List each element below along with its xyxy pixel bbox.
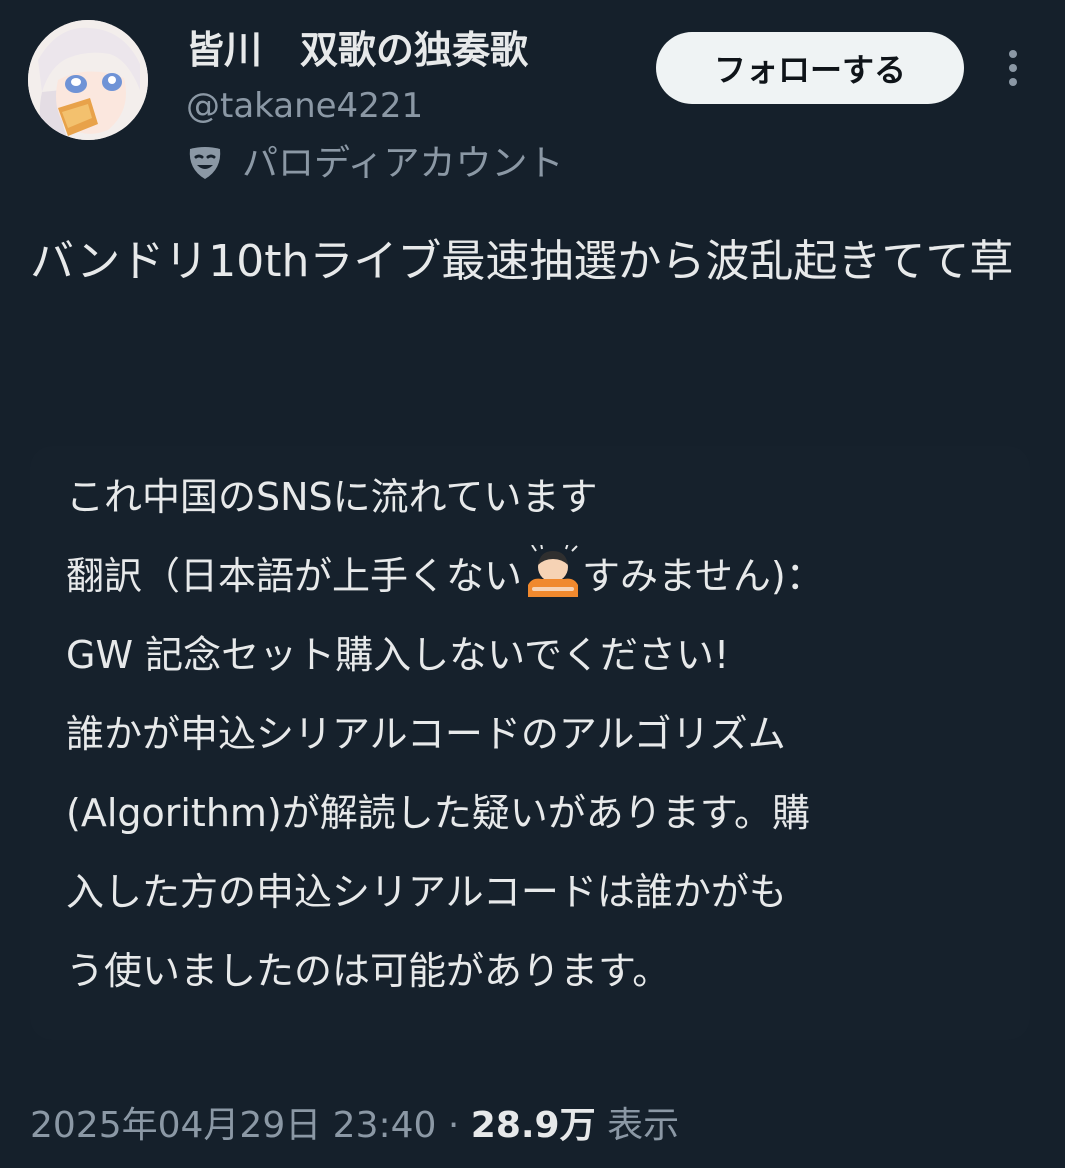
quoted-line-4: 誰かが申込シリアルコードのアルゴリズム: [66, 712, 786, 756]
bowing-person-icon: [528, 545, 579, 597]
quoted-image-card[interactable]: これ中国のSNSに流れています 翻訳（日本語が上手くない すみません)： GW 記…: [30, 446, 1030, 1040]
quoted-line-2: 翻訳（日本語が上手くない すみません)：: [66, 537, 1006, 616]
parody-label-text: パロディアカウント: [242, 143, 564, 184]
quoted-line-6: 入した方の申込シリアルコードは誰かがも: [66, 870, 787, 914]
meta-separator: ·: [436, 1105, 471, 1146]
quoted-line-7: う使いましたのは可能があります。: [66, 949, 671, 993]
display-name[interactable]: 皆川 双歌の独奏歌: [186, 26, 528, 74]
more-vertical-icon[interactable]: [1000, 46, 1026, 90]
quoted-line-3: GW 記念セット購入しないでください!: [66, 633, 730, 677]
avatar[interactable]: [28, 20, 148, 140]
tweet-text: バンドリ10thライブ最速抽選から波乱起きてて草: [30, 236, 1014, 287]
user-handle[interactable]: @takane4221: [186, 84, 423, 128]
quoted-text: これ中国のSNSに流れています 翻訳（日本語が上手くない すみません)： GW 記…: [66, 458, 1006, 1011]
views-label: 表示: [607, 1105, 680, 1146]
theater-mask-icon: [189, 147, 221, 179]
quoted-line-2-start: 翻訳（日本語が上手くない: [66, 554, 523, 598]
parody-account-label: パロディアカウント: [186, 140, 563, 188]
timestamp[interactable]: 2025年04月29日 23:40: [30, 1105, 436, 1146]
follow-button[interactable]: フォローする: [656, 32, 964, 104]
avatar-image: [28, 20, 148, 140]
quoted-line-1: これ中国のSNSに流れています: [66, 475, 598, 519]
quoted-line-2-end: すみません)：: [582, 554, 824, 598]
tweet-meta: 2025年04月29日 23:40 · 28.9万 表示: [30, 1098, 679, 1154]
quoted-line-5: (Algorithm)が解読した疑いがあります。購: [66, 791, 810, 835]
views-count[interactable]: 28.9万: [471, 1105, 596, 1146]
